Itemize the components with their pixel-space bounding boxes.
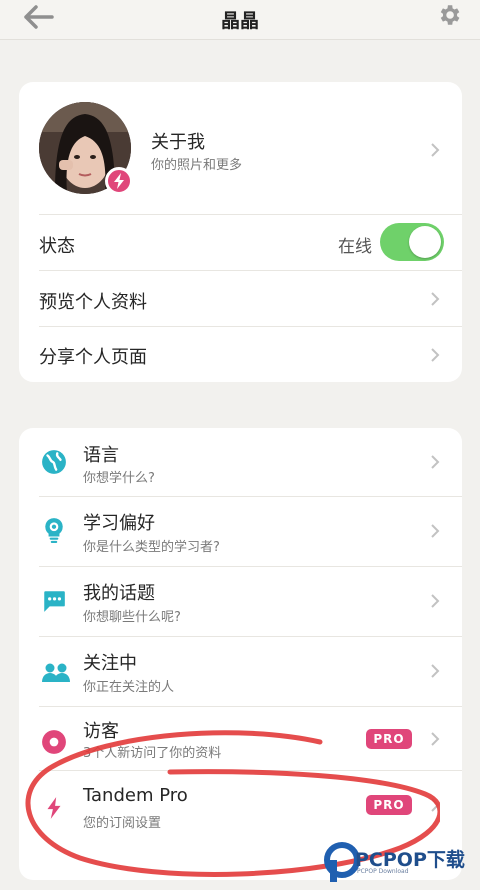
- chevron-right-icon: [431, 664, 440, 678]
- page-title: 晶晶: [220, 10, 259, 32]
- learning-preference-title: 学习偏好: [83, 513, 155, 534]
- following-row[interactable]: 关注中 你正在关注的人: [19, 637, 462, 706]
- topics-subtitle: 你想聊些什么呢?: [83, 610, 181, 625]
- topics-title: 我的话题: [83, 583, 155, 604]
- lightbulb-gear-icon: [45, 518, 63, 543]
- status-value: 在线: [338, 237, 372, 257]
- about-me-title: 关于我: [151, 132, 205, 153]
- about-me-subtitle: 你的照片和更多: [151, 158, 243, 173]
- chevron-right-icon: [431, 524, 440, 538]
- preview-profile-row[interactable]: 预览个人资料: [19, 271, 462, 326]
- language-subtitle: 你想学什么?: [83, 471, 155, 486]
- top-bar: 晶晶: [0, 0, 480, 40]
- chevron-right-icon: [431, 348, 440, 362]
- language-row[interactable]: 语言 你想学什么?: [19, 428, 462, 496]
- preview-profile-label: 预览个人资料: [39, 292, 147, 313]
- learning-preference-row[interactable]: 学习偏好 你是什么类型的学习者?: [19, 497, 462, 566]
- people-icon: [42, 663, 70, 682]
- about-me-row[interactable]: 关于我 你的照片和更多: [19, 82, 462, 214]
- pro-badge-icon: [105, 167, 133, 195]
- following-subtitle: 你正在关注的人: [83, 680, 175, 695]
- share-profile-label: 分享个人页面: [39, 347, 147, 368]
- status-label: 状态: [39, 236, 75, 257]
- chevron-right-icon: [431, 455, 440, 469]
- chevron-right-icon: [431, 292, 440, 306]
- topics-row[interactable]: 我的话题 你想聊些什么呢?: [19, 567, 462, 636]
- gear-icon[interactable]: [436, 2, 462, 28]
- share-profile-row[interactable]: 分享个人页面: [19, 327, 462, 382]
- profile-card: 关于我 你的照片和更多 状态 在线 预览个人资料 分享个人页面: [19, 82, 462, 382]
- chat-bubble-icon: [44, 591, 65, 612]
- chevron-right-icon: [431, 143, 440, 157]
- language-title: 语言: [83, 445, 119, 466]
- toggle-knob: [409, 226, 441, 258]
- following-title: 关注中: [83, 653, 137, 674]
- watermark-subtext: PCPOP Download: [357, 868, 409, 875]
- online-toggle[interactable]: [380, 223, 444, 261]
- globe-icon: [42, 450, 66, 474]
- chevron-right-icon: [431, 594, 440, 608]
- learning-preference-subtitle: 你是什么类型的学习者?: [83, 540, 220, 555]
